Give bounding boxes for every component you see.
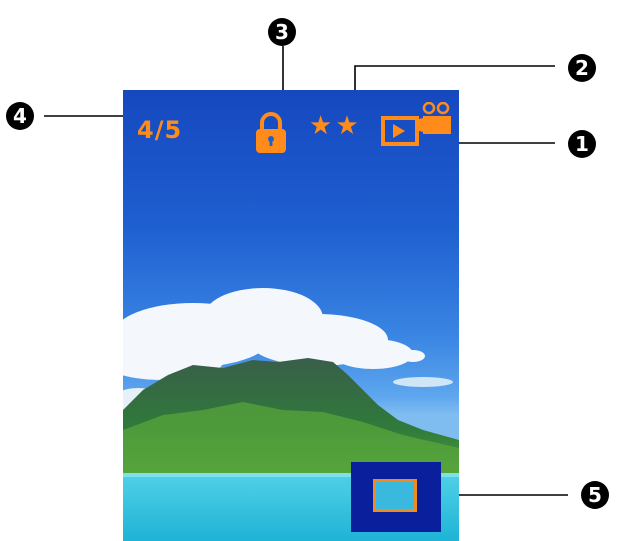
rating-star: ★: [335, 110, 359, 140]
lock-icon: [256, 112, 286, 153]
zoom-frame: [373, 479, 417, 512]
video-playback-icon: [381, 102, 451, 146]
rating-star: ★: [309, 110, 333, 140]
rating-stars: ★ ★: [309, 112, 362, 138]
callout-2: 2: [568, 54, 596, 82]
callout-1: 1: [568, 130, 596, 158]
callout-4: 4: [6, 102, 34, 130]
callout-5: 5: [581, 481, 609, 509]
zoom-position-indicator: [351, 462, 441, 532]
playback-screen: 4/5 ★ ★: [123, 90, 459, 541]
callout-3: 3: [268, 18, 296, 46]
image-counter: 4/5: [137, 116, 183, 144]
